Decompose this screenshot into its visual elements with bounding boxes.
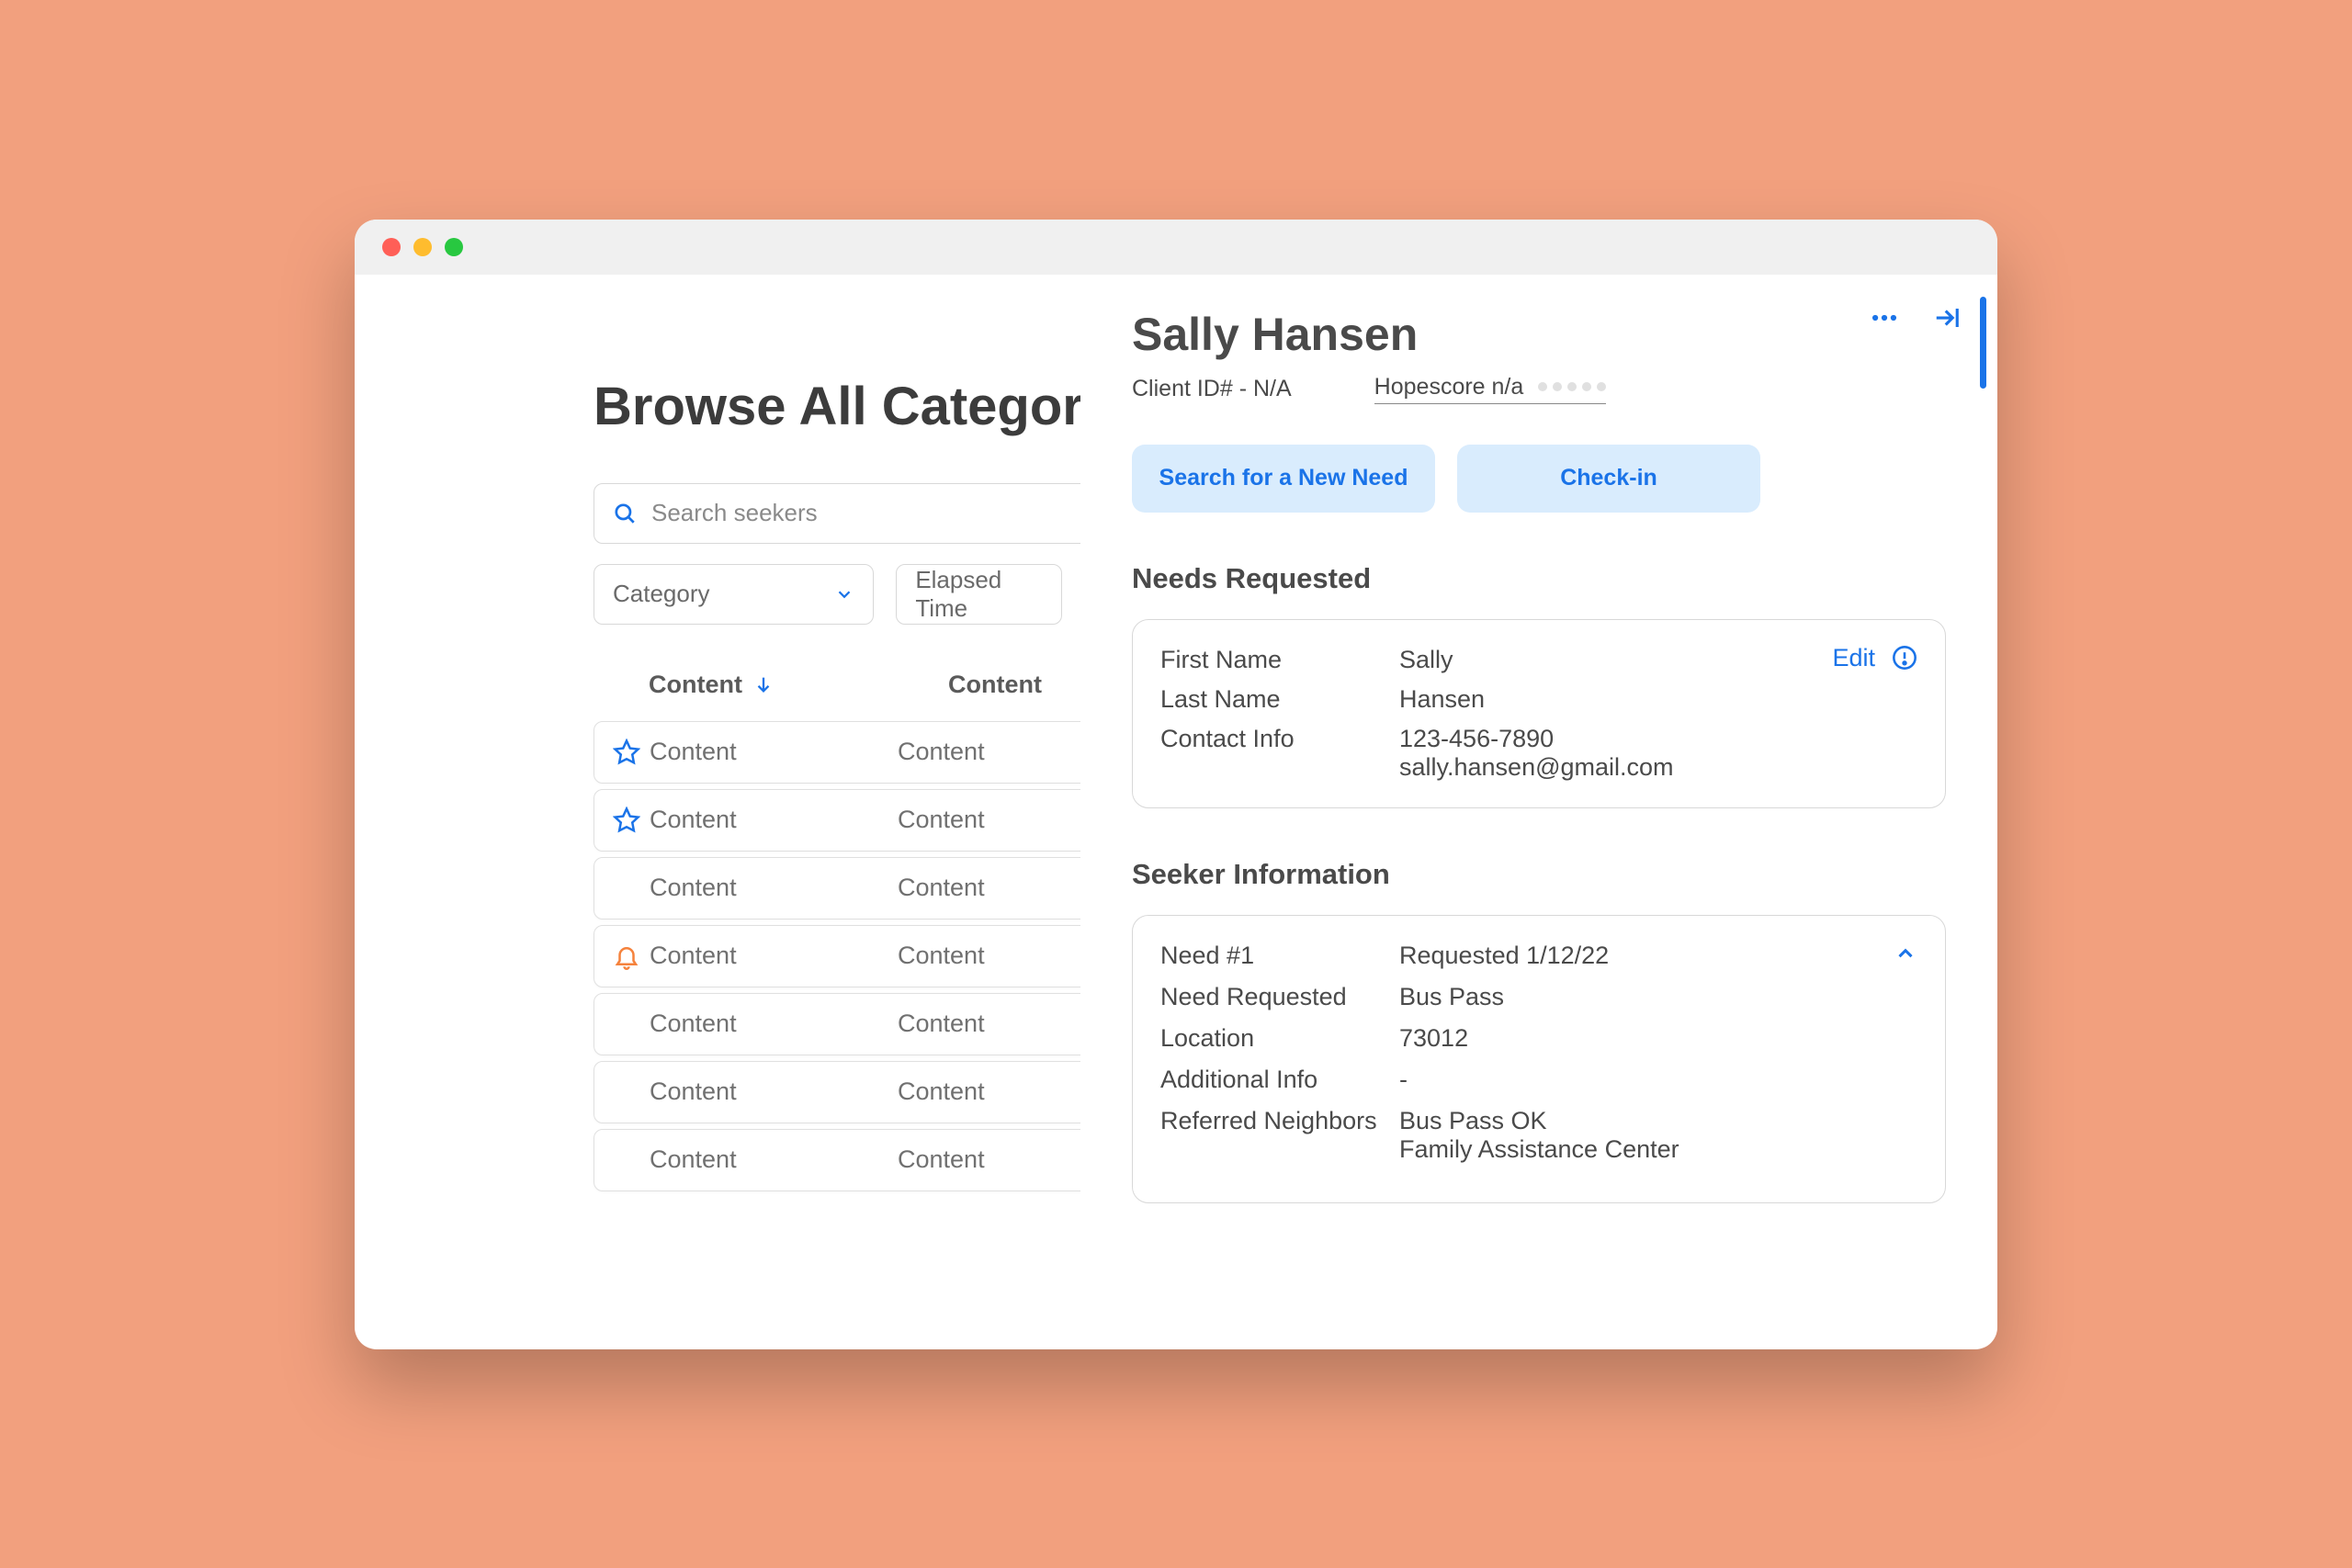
- col-header-1[interactable]: Content: [649, 671, 774, 699]
- row-cell-1: Content: [650, 1145, 898, 1174]
- referred-neighbor-2: Family Assistance Center: [1399, 1135, 1679, 1164]
- table-rows: ContentContentContentContentContentConte…: [594, 721, 1062, 1191]
- additional-info-label: Additional Info: [1160, 1066, 1399, 1094]
- search-box[interactable]: [594, 483, 1080, 544]
- minimize-window-button[interactable]: [413, 238, 432, 256]
- maximize-window-button[interactable]: [445, 238, 463, 256]
- client-id: Client ID# - N/A: [1132, 376, 1292, 402]
- app-window: Browse All Categories Category Elapsed T…: [355, 220, 1997, 1349]
- row-cell-2: Content: [898, 1077, 985, 1106]
- hopescore-meter-icon: [1538, 382, 1606, 391]
- table-row[interactable]: ContentContent: [594, 993, 1080, 1055]
- seeker-info-title: Seeker Information: [1132, 858, 1946, 891]
- location-label: Location: [1160, 1024, 1399, 1053]
- titlebar: [355, 220, 1997, 275]
- row-cell-2: Content: [898, 942, 985, 970]
- contact-info-label: Contact Info: [1160, 725, 1399, 782]
- bell-icon: [613, 942, 650, 970]
- first-name-value: Sally: [1399, 646, 1453, 674]
- first-name-label: First Name: [1160, 646, 1399, 674]
- more-options-icon[interactable]: [1869, 302, 1900, 333]
- search-new-need-button[interactable]: Search for a New Need: [1132, 445, 1435, 513]
- elapsed-time-filter[interactable]: Elapsed Time: [896, 564, 1062, 625]
- collapse-panel-icon[interactable]: [1933, 304, 1961, 332]
- last-name-label: Last Name: [1160, 685, 1399, 714]
- table-headers: Content Content: [594, 671, 1062, 699]
- seeker-info-card: Need #1Requested 1/12/22 Need RequestedB…: [1132, 915, 1946, 1203]
- chevron-down-icon: [834, 584, 854, 604]
- detail-panel: Sally Hansen Client ID# - N/A Hopescore …: [1080, 275, 1997, 1349]
- hopescore[interactable]: Hopescore n/a: [1374, 374, 1607, 404]
- contact-phone: 123-456-7890: [1399, 725, 1674, 753]
- info-circle-icon: [1892, 645, 1917, 671]
- need-number-label: Need #1: [1160, 942, 1399, 970]
- table-row[interactable]: ContentContent: [594, 857, 1080, 919]
- needs-requested-title: Needs Requested: [1132, 562, 1946, 595]
- table-row[interactable]: ContentContent: [594, 789, 1080, 852]
- last-name-value: Hansen: [1399, 685, 1485, 714]
- sort-arrow-down-icon: [753, 674, 774, 694]
- row-cell-2: Content: [898, 738, 985, 766]
- star-icon: [613, 807, 650, 834]
- row-cell-2: Content: [898, 806, 985, 834]
- row-cell-1: Content: [650, 874, 898, 902]
- table-row[interactable]: ContentContent: [594, 1129, 1080, 1191]
- scrollbar[interactable]: [1980, 297, 1986, 389]
- elapsed-time-filter-label: Elapsed Time: [915, 566, 1043, 623]
- contact-email: sally.hansen@gmail.com: [1399, 753, 1674, 782]
- category-filter-label: Category: [613, 580, 710, 608]
- additional-info-value: -: [1399, 1066, 1408, 1094]
- category-filter[interactable]: Category: [594, 564, 874, 625]
- table-row[interactable]: ContentContent: [594, 721, 1080, 784]
- need-requested-label: Need Requested: [1160, 983, 1399, 1011]
- referred-neighbor-1: Bus Pass OK: [1399, 1107, 1679, 1135]
- search-icon: [613, 502, 637, 525]
- check-in-button[interactable]: Check-in: [1457, 445, 1760, 513]
- page-title: Browse All Categories: [594, 376, 1062, 437]
- row-cell-1: Content: [650, 1010, 898, 1038]
- col-header-2[interactable]: Content: [948, 671, 1042, 699]
- location-value: 73012: [1399, 1024, 1468, 1053]
- referred-neighbors-label: Referred Neighbors: [1160, 1107, 1399, 1135]
- edit-button[interactable]: Edit: [1832, 644, 1917, 672]
- row-cell-2: Content: [898, 1145, 985, 1174]
- browse-panel: Browse All Categories Category Elapsed T…: [355, 275, 1080, 1349]
- row-cell-2: Content: [898, 1010, 985, 1038]
- star-icon: [613, 739, 650, 766]
- need-number-value: Requested 1/12/22: [1399, 942, 1609, 970]
- table-row[interactable]: ContentContent: [594, 925, 1080, 987]
- row-cell-1: Content: [650, 806, 898, 834]
- close-window-button[interactable]: [382, 238, 401, 256]
- search-input[interactable]: [651, 499, 1080, 527]
- need-requested-value: Bus Pass: [1399, 983, 1504, 1011]
- table-row[interactable]: ContentContent: [594, 1061, 1080, 1123]
- row-cell-1: Content: [650, 1077, 898, 1106]
- chevron-up-icon[interactable]: [1894, 942, 1917, 965]
- needs-requested-card: Edit First NameSally Last NameHansen Con…: [1132, 619, 1946, 808]
- row-cell-2: Content: [898, 874, 985, 902]
- row-cell-1: Content: [650, 942, 898, 970]
- client-name: Sally Hansen: [1132, 308, 1946, 361]
- row-cell-1: Content: [650, 738, 898, 766]
